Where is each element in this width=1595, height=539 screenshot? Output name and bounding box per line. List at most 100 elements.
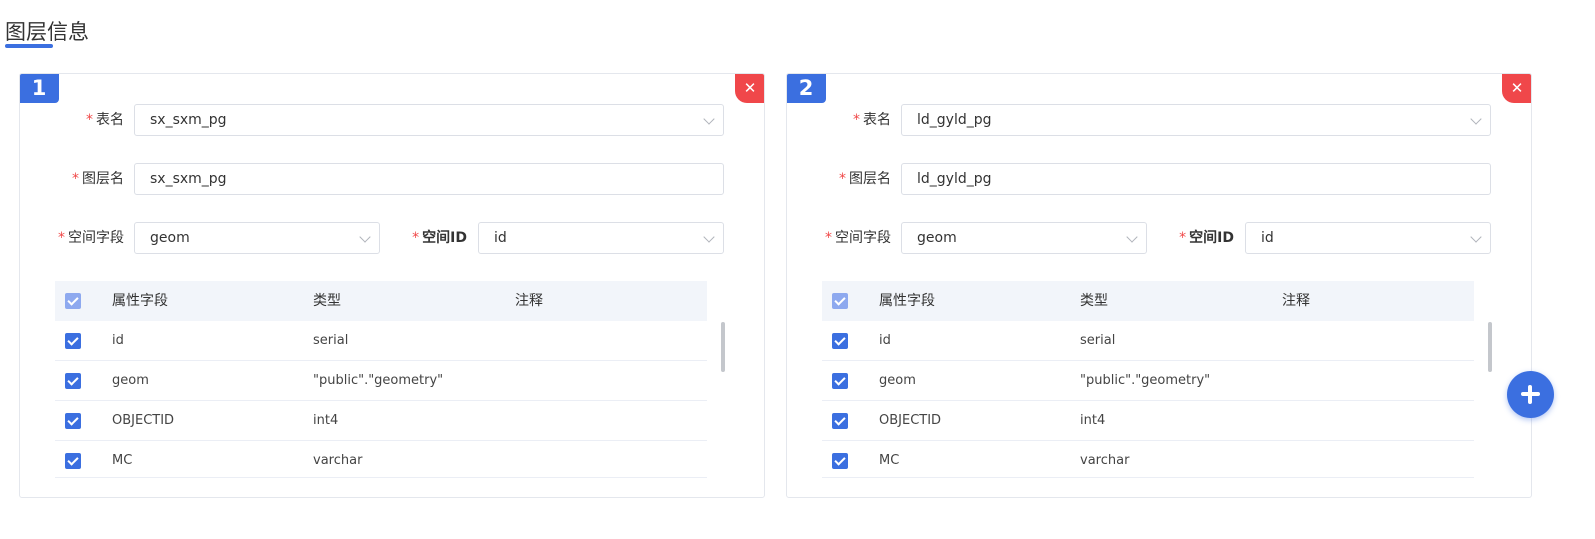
table-row: id serial [822, 321, 1474, 361]
table-name-select[interactable]: sx_sxm_pg [134, 104, 724, 136]
spatial-id-value: id [494, 230, 507, 246]
table-scrollbar[interactable] [721, 322, 725, 372]
table-name-label: * 表名 [853, 112, 891, 128]
chevron-down-icon [1470, 113, 1482, 125]
table-row: OBJECTID int4 [55, 401, 707, 441]
column-header-type: 类型 [1080, 293, 1108, 309]
column-header-comment: 注释 [1282, 293, 1310, 309]
cell-field: geom [879, 373, 916, 388]
layer-name-row: * 图层名 [20, 163, 764, 195]
row-checkbox[interactable] [832, 373, 848, 389]
layer-name-label: * 图层名 [839, 171, 891, 187]
spatial-field-value: geom [150, 230, 190, 246]
layer-name-row: * 图层名 [787, 163, 1531, 195]
table-bottom-border [822, 477, 1474, 478]
row-checkbox[interactable] [832, 413, 848, 429]
table-name-select[interactable]: ld_gyld_pg [901, 104, 1491, 136]
cell-field: MC [879, 453, 900, 468]
column-header-type: 类型 [313, 293, 341, 309]
row-checkbox[interactable] [832, 333, 848, 349]
close-icon[interactable]: ✕ [1502, 74, 1531, 103]
table-body[interactable]: id serial geom "public"."geometry" OBJEC… [822, 321, 1474, 477]
spatial-field-value: geom [917, 230, 957, 246]
column-header-comment: 注释 [515, 293, 543, 309]
table-row: geom "public"."geometry" [822, 361, 1474, 401]
required-mark: * [1179, 230, 1187, 246]
required-mark: * [72, 171, 79, 187]
chevron-down-icon [703, 231, 715, 243]
spatial-field-label: * 空间字段 [825, 230, 891, 246]
chevron-down-icon [359, 231, 371, 243]
layer-index-badge: 1 [20, 74, 59, 103]
cell-type: "public"."geometry" [1080, 373, 1211, 388]
cell-type: int4 [1080, 413, 1106, 428]
spatial-id-label: * 空间ID [412, 230, 467, 246]
cell-type: serial [1080, 333, 1116, 348]
spatial-id-select[interactable]: id [1245, 222, 1491, 254]
table-name-label: * 表名 [86, 112, 124, 128]
select-all-checkbox[interactable] [65, 293, 81, 309]
table-row: geom "public"."geometry" [55, 361, 707, 401]
layer-name-field[interactable] [917, 165, 1462, 193]
cell-type: int4 [313, 413, 339, 428]
spatial-id-value: id [1261, 230, 1274, 246]
table-header: 属性字段 类型 注释 [822, 281, 1474, 321]
required-mark: * [839, 171, 846, 187]
cell-type: varchar [313, 453, 363, 468]
cell-field: OBJECTID [112, 413, 175, 428]
table-body[interactable]: id serial geom "public"."geometry" OBJEC… [55, 321, 707, 477]
cell-field: MC [112, 453, 133, 468]
row-checkbox[interactable] [832, 453, 848, 469]
spatial-row: * 空间字段 geom * 空间ID id [20, 222, 764, 254]
spatial-id-label: * 空间ID [1179, 230, 1234, 246]
cell-field: OBJECTID [879, 413, 942, 428]
cell-type: "public"."geometry" [313, 373, 444, 388]
cell-type: varchar [1080, 453, 1130, 468]
spatial-field-select[interactable]: geom [134, 222, 380, 254]
spatial-field-select[interactable]: geom [901, 222, 1147, 254]
layer-name-input[interactable] [901, 163, 1491, 195]
required-mark: * [86, 112, 93, 128]
column-header-field: 属性字段 [879, 293, 935, 309]
spatial-field-label: * 空间字段 [58, 230, 124, 246]
add-layer-button[interactable] [1507, 371, 1554, 418]
cell-field: id [879, 333, 891, 348]
close-icon[interactable]: ✕ [735, 74, 764, 103]
chevron-down-icon [703, 113, 715, 125]
table-name-row: * 表名 ld_gyld_pg [787, 104, 1531, 136]
table-bottom-border [55, 477, 707, 478]
title-underline [5, 44, 53, 48]
required-mark: * [825, 230, 832, 246]
required-mark: * [853, 112, 860, 128]
layer-index-badge: 2 [787, 74, 826, 103]
layer-name-field[interactable] [150, 165, 695, 193]
layer-card-1: 1 ✕ *表名 sx_sxm_pg *图层名 *空间字段 geom *空间ID … [19, 73, 765, 498]
chevron-down-icon [1470, 231, 1482, 243]
cell-field: geom [112, 373, 149, 388]
table-header: 属性字段 类型 注释 [55, 281, 707, 321]
layer-name-input[interactable] [134, 163, 724, 195]
page-title: 图层信息 [5, 20, 89, 44]
table-row: MC varchar [55, 441, 707, 477]
column-header-field: 属性字段 [112, 293, 168, 309]
table-row: MC varchar [822, 441, 1474, 477]
chevron-down-icon [1126, 231, 1138, 243]
spatial-row: * 空间字段 geom * 空间ID id [787, 222, 1531, 254]
spatial-id-select[interactable]: id [478, 222, 724, 254]
table-name-value: sx_sxm_pg [150, 112, 227, 128]
select-all-checkbox[interactable] [832, 293, 848, 309]
required-mark: * [58, 230, 65, 246]
table-name-row: * 表名 sx_sxm_pg [20, 104, 764, 136]
table-scrollbar[interactable] [1488, 322, 1492, 372]
row-checkbox[interactable] [65, 453, 81, 469]
cell-field: id [112, 333, 124, 348]
table-name-value: ld_gyld_pg [917, 112, 992, 128]
layer-name-label: * 图层名 [72, 171, 124, 187]
row-checkbox[interactable] [65, 413, 81, 429]
required-mark: * [412, 230, 420, 246]
layer-card-2: 2 ✕ *表名 ld_gyld_pg *图层名 *空间字段 geom *空间ID… [786, 73, 1532, 498]
row-checkbox[interactable] [65, 373, 81, 389]
table-row: id serial [55, 321, 707, 361]
table-row: OBJECTID int4 [822, 401, 1474, 441]
row-checkbox[interactable] [65, 333, 81, 349]
